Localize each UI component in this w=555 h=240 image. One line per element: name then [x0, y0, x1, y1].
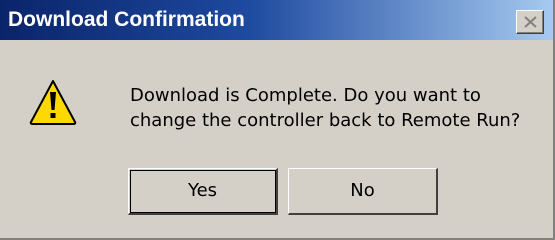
message-line-1: Download is Complete. Do you want to	[130, 85, 481, 106]
message-line-2: change the controller back to Remote Run…	[130, 110, 521, 131]
no-button[interactable]: No	[288, 168, 438, 215]
yes-button[interactable]: Yes	[128, 168, 278, 215]
warning-icon	[29, 80, 77, 125]
close-icon	[524, 16, 537, 28]
title-bar[interactable]: Download Confirmation	[0, 0, 553, 40]
dialog-message: Download is Complete. Do you want to cha…	[130, 83, 540, 133]
close-button[interactable]	[516, 10, 544, 34]
download-confirmation-dialog: Download Confirmation Download is Comple…	[0, 0, 555, 240]
window-title: Download Confirmation	[8, 8, 245, 31]
